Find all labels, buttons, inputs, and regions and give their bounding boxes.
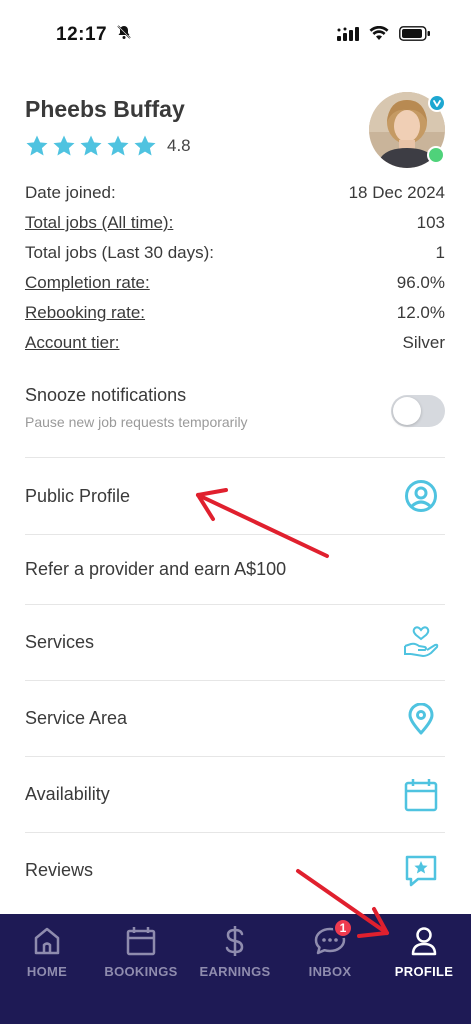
cellular-signal-icon — [337, 26, 359, 46]
menu-item-service-area[interactable]: Service Area — [25, 680, 445, 756]
snooze-subtitle: Pause new job requests temporarily — [25, 414, 248, 430]
chat-icon: 1 — [313, 918, 353, 958]
nav-profile[interactable]: PROFILE — [377, 924, 471, 979]
home-icon — [30, 924, 64, 958]
rating-row: 4.8 — [25, 134, 191, 158]
star-icon — [134, 135, 156, 156]
stat-label: Date joined: — [25, 183, 116, 202]
status-time: 12:17 — [56, 24, 132, 46]
stat-value: 18 Dec 2024 — [348, 183, 445, 202]
menu-item-label: Availability — [25, 784, 110, 804]
nav-label: PROFILE — [394, 964, 454, 979]
snooze-toggle[interactable] — [391, 395, 445, 427]
stat-value: Silver — [402, 333, 445, 352]
stat-row-date-joined: Date joined: 18 Dec 2024 — [25, 178, 445, 208]
nav-inbox[interactable]: 1 INBOX — [283, 918, 377, 979]
menu-item-reviews[interactable]: Reviews — [25, 832, 445, 908]
hand-heart-icon — [403, 625, 439, 661]
stat-row-rebooking-rate[interactable]: Rebooking rate: 12.0% — [25, 298, 445, 328]
stats-list: Date joined: 18 Dec 2024 Total jobs (All… — [25, 178, 445, 358]
menu-item-label: Reviews — [25, 860, 94, 880]
nav-label: EARNINGS — [199, 964, 271, 979]
bottom-nav: HOME BOOKINGS EARNINGS 1 INBOX PROFILE — [0, 914, 471, 1024]
menu-item-availability[interactable]: Availability — [25, 756, 445, 832]
nav-label: BOOKINGS — [104, 964, 178, 979]
bell-muted-icon — [116, 24, 132, 46]
stat-row-account-tier[interactable]: Account tier: Silver — [25, 328, 445, 358]
star-rating — [25, 134, 157, 158]
status-bar: 12:17 — [0, 0, 471, 70]
menu-item-label: Public Profile — [25, 485, 131, 506]
stat-label: Total jobs (Last 30 days): — [25, 243, 214, 262]
nav-home[interactable]: HOME — [0, 924, 94, 979]
menu-item-refer-provider[interactable]: Refer a provider and earn A$100 — [25, 534, 445, 604]
profile-menu: Public Profile Refer a provider and earn… — [25, 457, 445, 908]
stat-label-link[interactable]: Account tier: — [25, 333, 120, 353]
avatar[interactable] — [369, 92, 446, 168]
snooze-notifications-row: Snooze notifications Pause new job reque… — [25, 385, 445, 457]
menu-item-label: Service Area — [25, 708, 128, 728]
calendar-icon — [124, 924, 158, 958]
star-icon — [53, 135, 75, 156]
menu-item-label: Refer a provider and earn A$100 — [25, 559, 287, 579]
stat-row-jobs-30-days: Total jobs (Last 30 days): 1 — [25, 238, 445, 268]
map-pin-icon — [403, 701, 439, 737]
profile-header: Pheebs Buffay 4.8 — [25, 92, 446, 172]
stat-label-link[interactable]: Total jobs (All time): — [25, 213, 173, 233]
snooze-title: Snooze notifications — [25, 385, 187, 405]
dollar-icon — [218, 924, 252, 958]
star-icon — [80, 135, 102, 156]
menu-item-public-profile[interactable]: Public Profile — [25, 457, 445, 534]
stat-value: 12.0% — [396, 303, 445, 322]
status-icons — [337, 25, 431, 46]
stat-value: 96.0% — [396, 273, 445, 292]
battery-icon — [399, 26, 431, 46]
clock-time: 12:17 — [56, 24, 108, 46]
verified-badge-icon — [428, 94, 446, 112]
online-status-dot — [427, 146, 445, 164]
stat-value: 103 — [416, 213, 445, 232]
star-icon — [107, 135, 129, 156]
star-icon — [26, 135, 48, 156]
star-message-icon — [403, 853, 439, 889]
stat-value: 1 — [435, 243, 445, 262]
menu-item-services[interactable]: Services — [25, 604, 445, 680]
nav-bookings[interactable]: BOOKINGS — [94, 924, 188, 979]
stat-row-completion-rate[interactable]: Completion rate: 96.0% — [25, 268, 445, 298]
nav-label: HOME — [26, 964, 68, 979]
nav-earnings[interactable]: EARNINGS — [188, 924, 282, 979]
calendar-icon — [403, 777, 439, 813]
wifi-icon — [369, 25, 389, 46]
stat-label-link[interactable]: Rebooking rate: — [25, 303, 145, 323]
user-circle-icon — [403, 478, 439, 514]
provider-name: Pheebs Buffay — [25, 96, 185, 122]
stat-row-total-jobs[interactable]: Total jobs (All time): 103 — [25, 208, 445, 238]
menu-item-label: Services — [25, 632, 95, 652]
toggle-knob — [393, 397, 421, 425]
person-icon — [407, 924, 441, 958]
stat-label-link[interactable]: Completion rate: — [25, 273, 150, 293]
unread-badge: 1 — [333, 918, 353, 938]
nav-label: INBOX — [308, 964, 352, 979]
rating-value: 4.8 — [167, 136, 191, 155]
